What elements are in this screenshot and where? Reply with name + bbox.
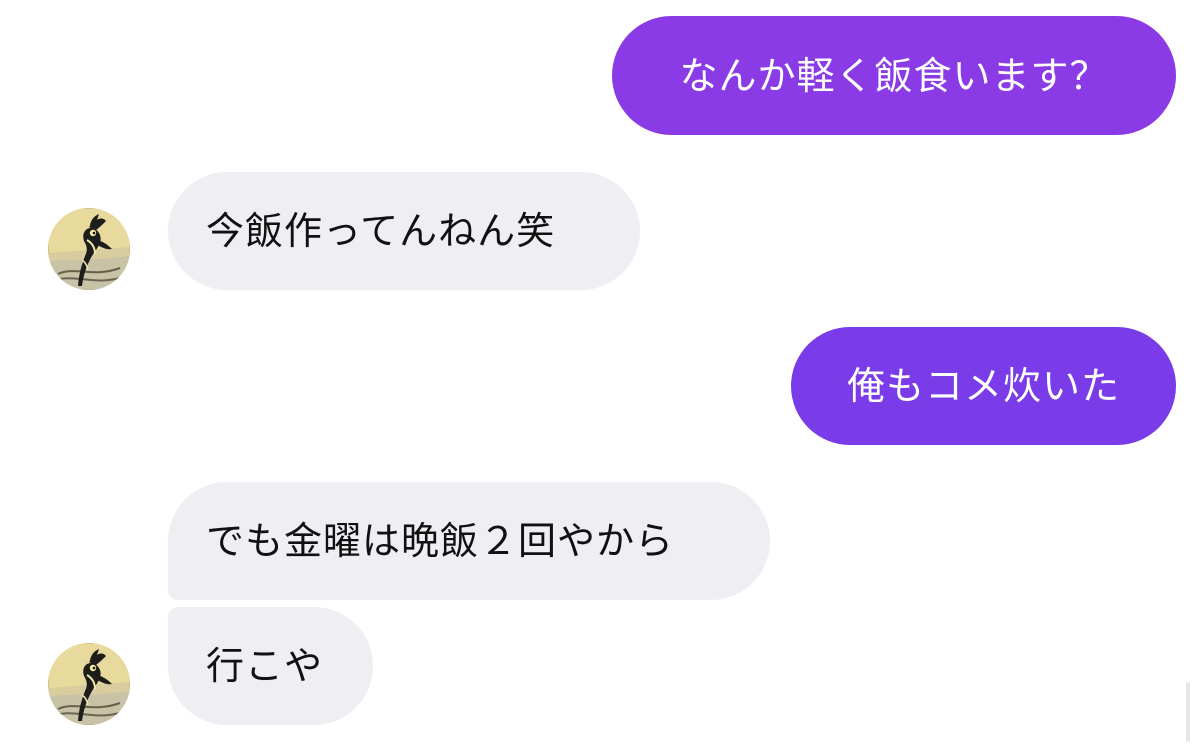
message-text: 行こや xyxy=(206,644,324,688)
message-text: でも金曜は晩飯２回やから xyxy=(206,519,675,563)
cartoon-bird-avatar-icon[interactable] xyxy=(48,208,130,290)
message-text: 今飯作ってんねん笑 xyxy=(206,209,556,253)
incoming-message-bubble[interactable]: 行こや xyxy=(168,607,373,725)
cartoon-bird-avatar-icon[interactable] xyxy=(48,643,130,725)
scrollbar[interactable] xyxy=(1186,682,1190,742)
incoming-message-bubble[interactable]: 今飯作ってんねん笑 xyxy=(168,172,640,290)
outgoing-message-bubble[interactable]: 俺もコメ炊いた xyxy=(791,327,1176,445)
chat-thread: なんか軽く飯食います？ 今飯作ってんねん笑 俺もコメ炊いた でも金曜は晩飯２回や… xyxy=(0,0,1200,756)
message-text: なんか軽く飯食います？ xyxy=(679,53,1109,98)
message-text: 俺もコメ炊いた xyxy=(846,364,1120,408)
incoming-message-bubble[interactable]: でも金曜は晩飯２回やから xyxy=(168,482,770,600)
outgoing-message-bubble[interactable]: なんか軽く飯食います？ xyxy=(612,16,1176,135)
